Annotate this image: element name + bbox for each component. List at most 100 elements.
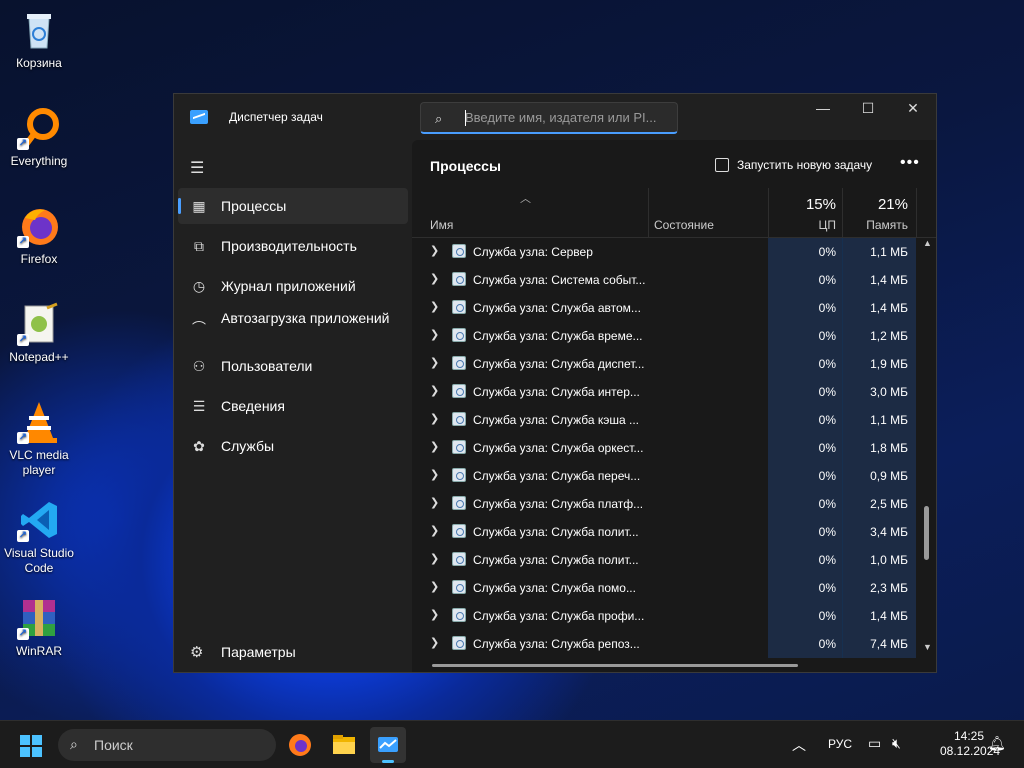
chevron-right-icon[interactable]: ❯	[430, 524, 439, 537]
table-row[interactable]: ❯ Служба узла: Служба помо... 0% 2,3 МБ	[412, 574, 912, 602]
desktop-icon-label: VLC media player	[9, 448, 69, 477]
scrollbar-thumb[interactable]	[924, 506, 929, 560]
chevron-up-icon[interactable]: ︿	[792, 735, 806, 755]
sidebar-item-services[interactable]: ✿ Службы	[178, 428, 408, 464]
taskbar-file-explorer[interactable]	[326, 727, 362, 763]
window-title: Диспетчер задач	[229, 110, 323, 124]
notification-bell-icon[interactable]: 🔔︎	[988, 735, 1006, 752]
chevron-right-icon[interactable]: ❯	[430, 328, 439, 341]
vertical-scrollbar[interactable]: ▲ ▼	[920, 238, 934, 658]
chevron-right-icon[interactable]: ❯	[430, 552, 439, 565]
sidebar-item-startup[interactable]: ⌒ Автозагрузка приложений	[178, 308, 408, 348]
table-row[interactable]: ❯ Служба узла: Служба профи... 0% 1,4 МБ	[412, 602, 912, 630]
table-row[interactable]: ❯ Служба узла: Служба време... 0% 1,2 МБ	[412, 322, 912, 350]
table-row[interactable]: ❯ Служба узла: Служба платф... 0% 2,5 МБ	[412, 490, 912, 518]
chevron-right-icon[interactable]: ❯	[430, 636, 439, 649]
vscode-icon: ↗	[17, 498, 61, 542]
volume-muted-icon[interactable]: 🔇︎	[892, 735, 901, 752]
process-name: Служба узла: Служба автом...	[473, 301, 641, 315]
table-row[interactable]: ❯ Служба узла: Служба репоз... 0% 7,4 МБ	[412, 630, 912, 658]
processes-panel: Процессы Запустить новую задачу ••• ︿ Им…	[412, 140, 936, 672]
process-memory: 1,4 МБ	[870, 273, 908, 287]
hamburger-icon[interactable]: ☰	[190, 158, 204, 178]
vlc-icon: ↗	[17, 400, 61, 444]
sidebar-item-settings[interactable]: ⚙ Параметры	[178, 634, 408, 670]
chevron-right-icon[interactable]: ❯	[430, 272, 439, 285]
sidebar-item-details[interactable]: ☰ Сведения	[178, 388, 408, 424]
desktop-icon-vlc[interactable]: ↗ VLC media player	[0, 400, 78, 478]
chevron-right-icon[interactable]: ❯	[430, 468, 439, 481]
new-task-button[interactable]: Запустить новую задачу	[715, 158, 872, 172]
chevron-right-icon[interactable]: ❯	[430, 496, 439, 509]
chevron-right-icon[interactable]: ❯	[430, 580, 439, 593]
desktop-icon-label: Корзина	[16, 56, 62, 70]
table-row[interactable]: ❯ Служба узла: Сервер 0% 1,1 МБ	[412, 238, 912, 266]
table-row[interactable]: ❯ Служба узла: Служба полит... 0% 3,4 МБ	[412, 518, 912, 546]
chevron-right-icon[interactable]: ❯	[430, 244, 439, 257]
desktop-icon-recycle-bin[interactable]: Корзина	[0, 8, 78, 71]
desktop-icon-firefox[interactable]: ↗ Firefox	[0, 204, 78, 267]
desktop-icon-winrar[interactable]: ↗ WinRAR	[0, 596, 78, 659]
table-row[interactable]: ❯ Служба узла: Служба полит... 0% 1,0 МБ	[412, 546, 912, 574]
sidebar-item-users[interactable]: ⚇ Пользователи	[178, 348, 408, 384]
taskbar-task-manager[interactable]	[370, 727, 406, 763]
desktop-icon-label: Everything	[10, 154, 68, 168]
process-cpu: 0%	[818, 497, 836, 511]
table-row[interactable]: ❯ Служба узла: Служба оркест... 0% 1,8 МБ	[412, 434, 912, 462]
startup-icon: ⌒	[192, 320, 206, 336]
sidebar-item-app-history[interactable]: ◷ Журнал приложений	[178, 268, 408, 304]
column-header-name[interactable]: Имя	[430, 218, 453, 232]
process-name: Служба узла: Служба полит...	[473, 553, 639, 567]
sidebar-item-processes[interactable]: ▦ Процессы	[178, 188, 408, 224]
desktop-icon-notepadpp[interactable]: ↗ Notepad++	[0, 302, 78, 365]
new-task-label: Запустить новую задачу	[737, 158, 873, 172]
chevron-right-icon[interactable]: ❯	[430, 440, 439, 453]
chevron-right-icon[interactable]: ❯	[430, 300, 439, 313]
process-cpu: 0%	[818, 637, 836, 651]
table-row[interactable]: ❯ Служба узла: Система событ... 0% 1,4 МБ	[412, 266, 912, 294]
desktop-icon-everything[interactable]: ↗ Everything	[0, 106, 78, 169]
table-row[interactable]: ❯ Служба узла: Служба автом... 0% 1,4 МБ	[412, 294, 912, 322]
desktop-icon-label: Firefox	[20, 252, 58, 266]
process-memory: 1,1 МБ	[870, 245, 908, 259]
process-name: Служба узла: Служба репоз...	[473, 637, 640, 651]
taskbar-firefox[interactable]	[282, 727, 318, 763]
column-header-cpu[interactable]: ЦП	[768, 218, 836, 232]
language-indicator[interactable]: РУС	[828, 737, 852, 751]
desktop-icon-vscode[interactable]: ↗ Visual Studio Code	[0, 498, 78, 576]
table-row[interactable]: ❯ Служба узла: Служба интер... 0% 3,0 МБ	[412, 378, 912, 406]
table-row[interactable]: ❯ Служба узла: Служба диспет... 0% 1,9 МБ	[412, 350, 912, 378]
maximize-button[interactable]: ☐	[845, 94, 891, 124]
title-bar[interactable]: Диспетчер задач ⌕ Введите имя, издателя …	[174, 94, 936, 140]
column-divider[interactable]	[648, 188, 649, 238]
column-header-memory[interactable]: Память	[842, 218, 908, 232]
start-button[interactable]	[20, 735, 42, 757]
more-options-button[interactable]: •••	[900, 154, 920, 172]
process-memory: 1,2 МБ	[870, 329, 908, 343]
sidebar-item-performance[interactable]: ⧉ Производительность	[178, 228, 408, 264]
chevron-right-icon[interactable]: ❯	[430, 608, 439, 621]
chevron-right-icon[interactable]: ❯	[430, 356, 439, 369]
chevron-right-icon[interactable]: ❯	[430, 384, 439, 397]
scroll-down-icon[interactable]: ▼	[923, 642, 932, 652]
table-row[interactable]: ❯ Служба узла: Служба переч... 0% 0,9 МБ	[412, 462, 912, 490]
search-icon: ⌕	[70, 736, 78, 752]
horizontal-scrollbar-thumb[interactable]	[432, 664, 798, 667]
service-host-icon	[452, 552, 466, 566]
firefox-icon: ↗	[17, 204, 61, 248]
sort-up-icon: ︿	[520, 193, 531, 205]
chevron-right-icon[interactable]: ❯	[430, 412, 439, 425]
network-icon[interactable]: ▭	[868, 735, 881, 752]
process-memory: 1,4 МБ	[870, 301, 908, 315]
minimize-button[interactable]: —	[800, 94, 846, 124]
clock[interactable]: 14:25 08.12.2024	[940, 729, 1000, 759]
task-manager-window: Диспетчер задач ⌕ Введите имя, издателя …	[173, 93, 937, 673]
service-host-icon	[452, 300, 466, 314]
close-button[interactable]: ✕	[890, 94, 936, 124]
search-input[interactable]: ⌕ Введите имя, издателя или PI...	[420, 102, 678, 134]
taskbar-search[interactable]: ⌕ Поиск	[58, 729, 276, 761]
scroll-up-icon[interactable]: ▲	[923, 238, 932, 248]
column-divider[interactable]	[916, 188, 917, 238]
column-header-status[interactable]: Состояние	[654, 218, 714, 232]
table-row[interactable]: ❯ Служба узла: Служба кэша ... 0% 1,1 МБ	[412, 406, 912, 434]
